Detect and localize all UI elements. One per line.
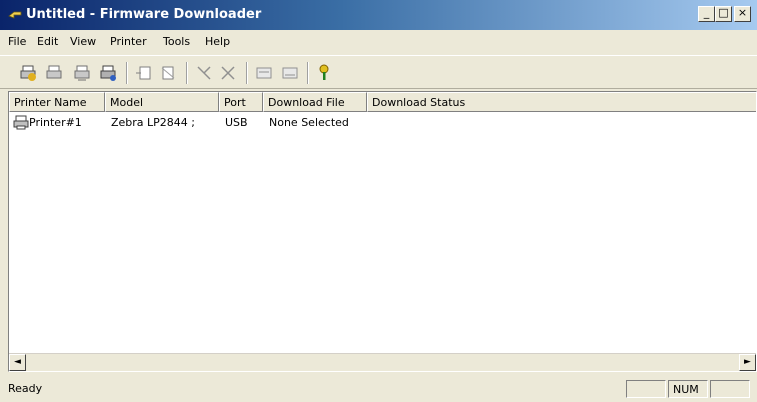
list-remove-icon[interactable] <box>158 63 178 83</box>
printer-remove-icon[interactable] <box>44 63 64 83</box>
status-panel-scroll <box>710 380 750 398</box>
file-select-icon[interactable] <box>254 63 274 83</box>
toolbar-separator <box>126 62 128 84</box>
column-printer-name[interactable]: Printer Name <box>9 92 105 112</box>
list-header: Printer Name Model Port Download File Do… <box>9 92 756 112</box>
file-clear-icon[interactable] <box>280 63 300 83</box>
column-port[interactable]: Port <box>219 92 263 112</box>
list-add-icon[interactable] <box>134 63 154 83</box>
toolbar <box>0 55 757 89</box>
horizontal-scrollbar[interactable]: ◄ ► <box>9 353 756 371</box>
toolbar-separator <box>307 62 309 84</box>
printer-test-icon[interactable] <box>98 63 118 83</box>
table-row[interactable]: Printer#1 Zebra LP2844 ; USB None Select… <box>9 114 756 132</box>
cell-port: USB <box>225 116 248 129</box>
status-text: Ready <box>8 382 43 395</box>
minimize-button[interactable]: _ <box>698 6 715 22</box>
menu-help[interactable]: Help <box>205 35 230 48</box>
printer-icon <box>13 115 29 130</box>
menu-bar: File Edit View Printer Tools Help <box>0 30 757 54</box>
close-button[interactable]: × <box>734 6 751 22</box>
menu-view[interactable]: View <box>70 35 96 48</box>
cancel-icon[interactable] <box>218 63 238 83</box>
app-icon <box>8 11 22 19</box>
scroll-left-button[interactable]: ◄ <box>9 354 26 371</box>
menu-tools[interactable]: Tools <box>163 35 190 48</box>
title-bar[interactable]: Untitled - Firmware Downloader _ □ × <box>0 0 757 30</box>
printer-add-icon[interactable] <box>18 63 38 83</box>
cell-model: Zebra LP2844 ; <box>111 116 196 129</box>
toolbar-separator <box>186 62 188 84</box>
menu-file[interactable]: File <box>8 35 26 48</box>
menu-edit[interactable]: Edit <box>37 35 58 48</box>
column-download-status[interactable]: Download Status <box>367 92 756 112</box>
column-download-file[interactable]: Download File <box>263 92 367 112</box>
menu-printer[interactable]: Printer <box>110 35 147 48</box>
scroll-right-button[interactable]: ► <box>739 354 756 371</box>
cell-download-file: None Selected <box>269 116 349 129</box>
printer-list[interactable]: Printer Name Model Port Download File Do… <box>8 91 757 372</box>
toolbar-separator <box>246 62 248 84</box>
download-icon[interactable] <box>194 63 214 83</box>
status-panel-num: NUM <box>668 380 708 398</box>
help-key-icon[interactable] <box>314 63 334 83</box>
column-model[interactable]: Model <box>105 92 219 112</box>
status-panel-caps <box>626 380 666 398</box>
window-title: Untitled - Firmware Downloader <box>26 7 262 22</box>
cell-printer-name: Printer#1 <box>29 116 82 129</box>
printer-properties-icon[interactable] <box>72 63 92 83</box>
app-window: Untitled - Firmware Downloader _ □ × Fil… <box>0 0 757 402</box>
maximize-button[interactable]: □ <box>715 6 732 22</box>
status-bar: Ready NUM <box>0 376 757 402</box>
